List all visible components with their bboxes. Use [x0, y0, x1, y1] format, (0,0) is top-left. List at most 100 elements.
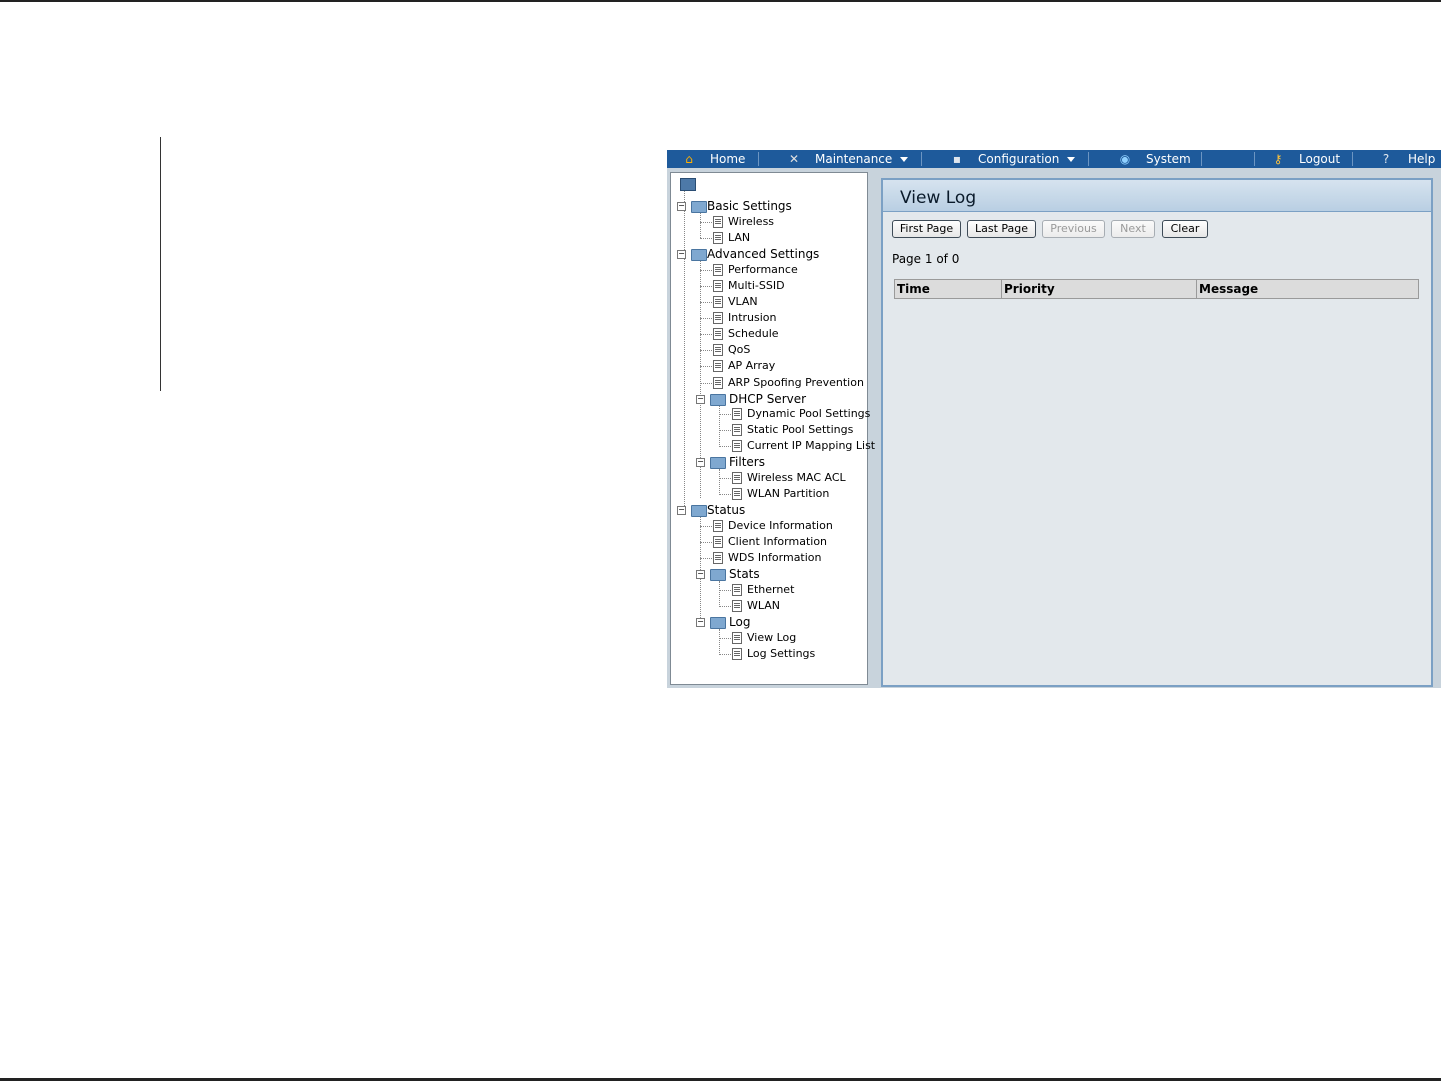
tree-item-arp-spoofing[interactable]: ARP Spoofing Prevention [728, 376, 864, 389]
collapse-toggle[interactable]: − [696, 395, 705, 404]
menu-configuration[interactable]: Configuration [978, 150, 1076, 168]
tree-item-wlan-partition[interactable]: WLAN Partition [747, 487, 829, 500]
collapse-toggle[interactable]: − [696, 458, 705, 467]
tree-item-view-log[interactable]: View Log [747, 631, 796, 644]
tree-item-ip-mapping[interactable]: Current IP Mapping List [747, 439, 875, 452]
menu-maintenance-label: Maintenance [815, 152, 893, 166]
tree-connector [700, 238, 712, 239]
tree-item-stats-wlan[interactable]: WLAN [747, 599, 780, 612]
page-icon [713, 328, 723, 340]
page-icon [713, 216, 723, 228]
tree-connector [700, 383, 712, 384]
menu-separator [1201, 152, 1202, 166]
collapse-toggle[interactable]: − [677, 250, 686, 259]
chevron-down-icon [900, 157, 909, 162]
tree-connector [719, 606, 731, 607]
tree-connector [700, 334, 712, 335]
menu-maintenance[interactable]: Maintenance [815, 150, 909, 168]
first-page-button[interactable]: First Page [892, 220, 961, 238]
tree-item-device-info[interactable]: Device Information [728, 519, 833, 532]
clear-button[interactable]: Clear [1162, 220, 1208, 238]
tree-item-log-settings[interactable]: Log Settings [747, 647, 815, 660]
menu-help[interactable]: Help [1408, 150, 1435, 168]
tree-advanced-settings[interactable]: Advanced Settings [707, 247, 819, 261]
tree-item-wds-info[interactable]: WDS Information [728, 551, 822, 564]
last-page-button[interactable]: Last Page [967, 220, 1036, 238]
folder-icon [710, 394, 726, 406]
tree-item-performance[interactable]: Performance [728, 263, 798, 276]
tree-connector [700, 286, 712, 287]
ap-web-ui: ⌂ Home ✕ Maintenance ▪ Configuration ◉ S… [667, 150, 1441, 688]
tree-connector [700, 222, 712, 223]
tools-icon: ✕ [788, 152, 800, 166]
page-icon [713, 344, 723, 356]
collapse-toggle[interactable]: − [677, 202, 686, 211]
tree-connector [700, 526, 712, 527]
page-icon [732, 440, 742, 452]
save-icon: ▪ [952, 152, 962, 166]
tree-item-intrusion[interactable]: Intrusion [728, 311, 777, 324]
top-menu-bar: ⌂ Home ✕ Maintenance ▪ Configuration ◉ S… [667, 150, 1441, 168]
key-icon: ⚷ [1273, 152, 1283, 166]
tree-item-static-pool[interactable]: Static Pool Settings [747, 423, 853, 436]
navigation-tree: − Basic Settings Wireless LAN − Advanced… [670, 172, 875, 685]
collapse-toggle[interactable]: − [696, 570, 705, 579]
tree-item-wireless[interactable]: Wireless [728, 215, 774, 228]
page-indicator: Page 1 of 0 [892, 252, 960, 266]
page-icon [732, 600, 742, 612]
tree-connector [719, 638, 731, 639]
tree-item-mac-acl[interactable]: Wireless MAC ACL [747, 471, 846, 484]
menu-system-label: System [1146, 152, 1191, 166]
page-icon [713, 264, 723, 276]
tree-item-schedule[interactable]: Schedule [728, 327, 779, 340]
tree-dhcp-server[interactable]: DHCP Server [729, 392, 806, 406]
folder-icon [691, 505, 707, 517]
tree-item-ap-array[interactable]: AP Array [728, 359, 775, 372]
menu-separator [921, 152, 922, 166]
collapse-toggle[interactable]: − [696, 618, 705, 627]
tree-item-client-info[interactable]: Client Information [728, 535, 827, 548]
home-icon: ⌂ [685, 152, 693, 166]
previous-button[interactable]: Previous [1042, 220, 1105, 238]
tree-item-multi-ssid[interactable]: Multi-SSID [728, 279, 785, 292]
tree-item-vlan[interactable]: VLAN [728, 295, 758, 308]
computer-icon [680, 178, 696, 191]
page-icon [713, 552, 723, 564]
tree-status[interactable]: Status [707, 503, 745, 517]
tree-connector [700, 302, 712, 303]
menu-logout[interactable]: Logout [1299, 150, 1340, 168]
tree-connector [700, 350, 712, 351]
tree-item-ethernet[interactable]: Ethernet [747, 583, 794, 596]
page-icon [732, 488, 742, 500]
tree-connector [719, 469, 720, 495]
page-top-rule [0, 0, 1441, 2]
menu-separator [1352, 152, 1353, 166]
tree-connector [719, 629, 720, 655]
tree-log[interactable]: Log [729, 615, 750, 629]
tree-stats[interactable]: Stats [729, 567, 760, 581]
chevron-down-icon [1067, 157, 1076, 162]
tree-connector [700, 318, 712, 319]
folder-icon [710, 617, 726, 629]
column-time: Time [895, 280, 1002, 298]
collapse-toggle[interactable]: − [677, 506, 686, 515]
page-icon [732, 632, 742, 644]
menu-system[interactable]: System [1146, 150, 1191, 168]
tree-basic-settings[interactable]: Basic Settings [707, 199, 792, 213]
tree-item-qos[interactable]: QoS [728, 343, 750, 356]
tree-item-dynamic-pool[interactable]: Dynamic Pool Settings [747, 407, 870, 420]
menu-separator [758, 152, 759, 166]
system-icon: ◉ [1119, 152, 1131, 166]
tree-connector [700, 558, 712, 559]
page-icon [732, 584, 742, 596]
help-icon: ? [1382, 152, 1390, 166]
view-log-panel: View Log First Page Last Page Previous N… [881, 178, 1433, 687]
column-message: Message [1199, 282, 1259, 296]
menu-home[interactable]: Home [710, 150, 745, 168]
next-button[interactable]: Next [1111, 220, 1155, 238]
log-table-header: Time Priority Message [894, 279, 1419, 299]
tree-item-lan[interactable]: LAN [728, 231, 750, 244]
tree-filters[interactable]: Filters [729, 455, 765, 469]
panel-header: View Log [883, 180, 1431, 212]
tree-connector [719, 406, 720, 447]
